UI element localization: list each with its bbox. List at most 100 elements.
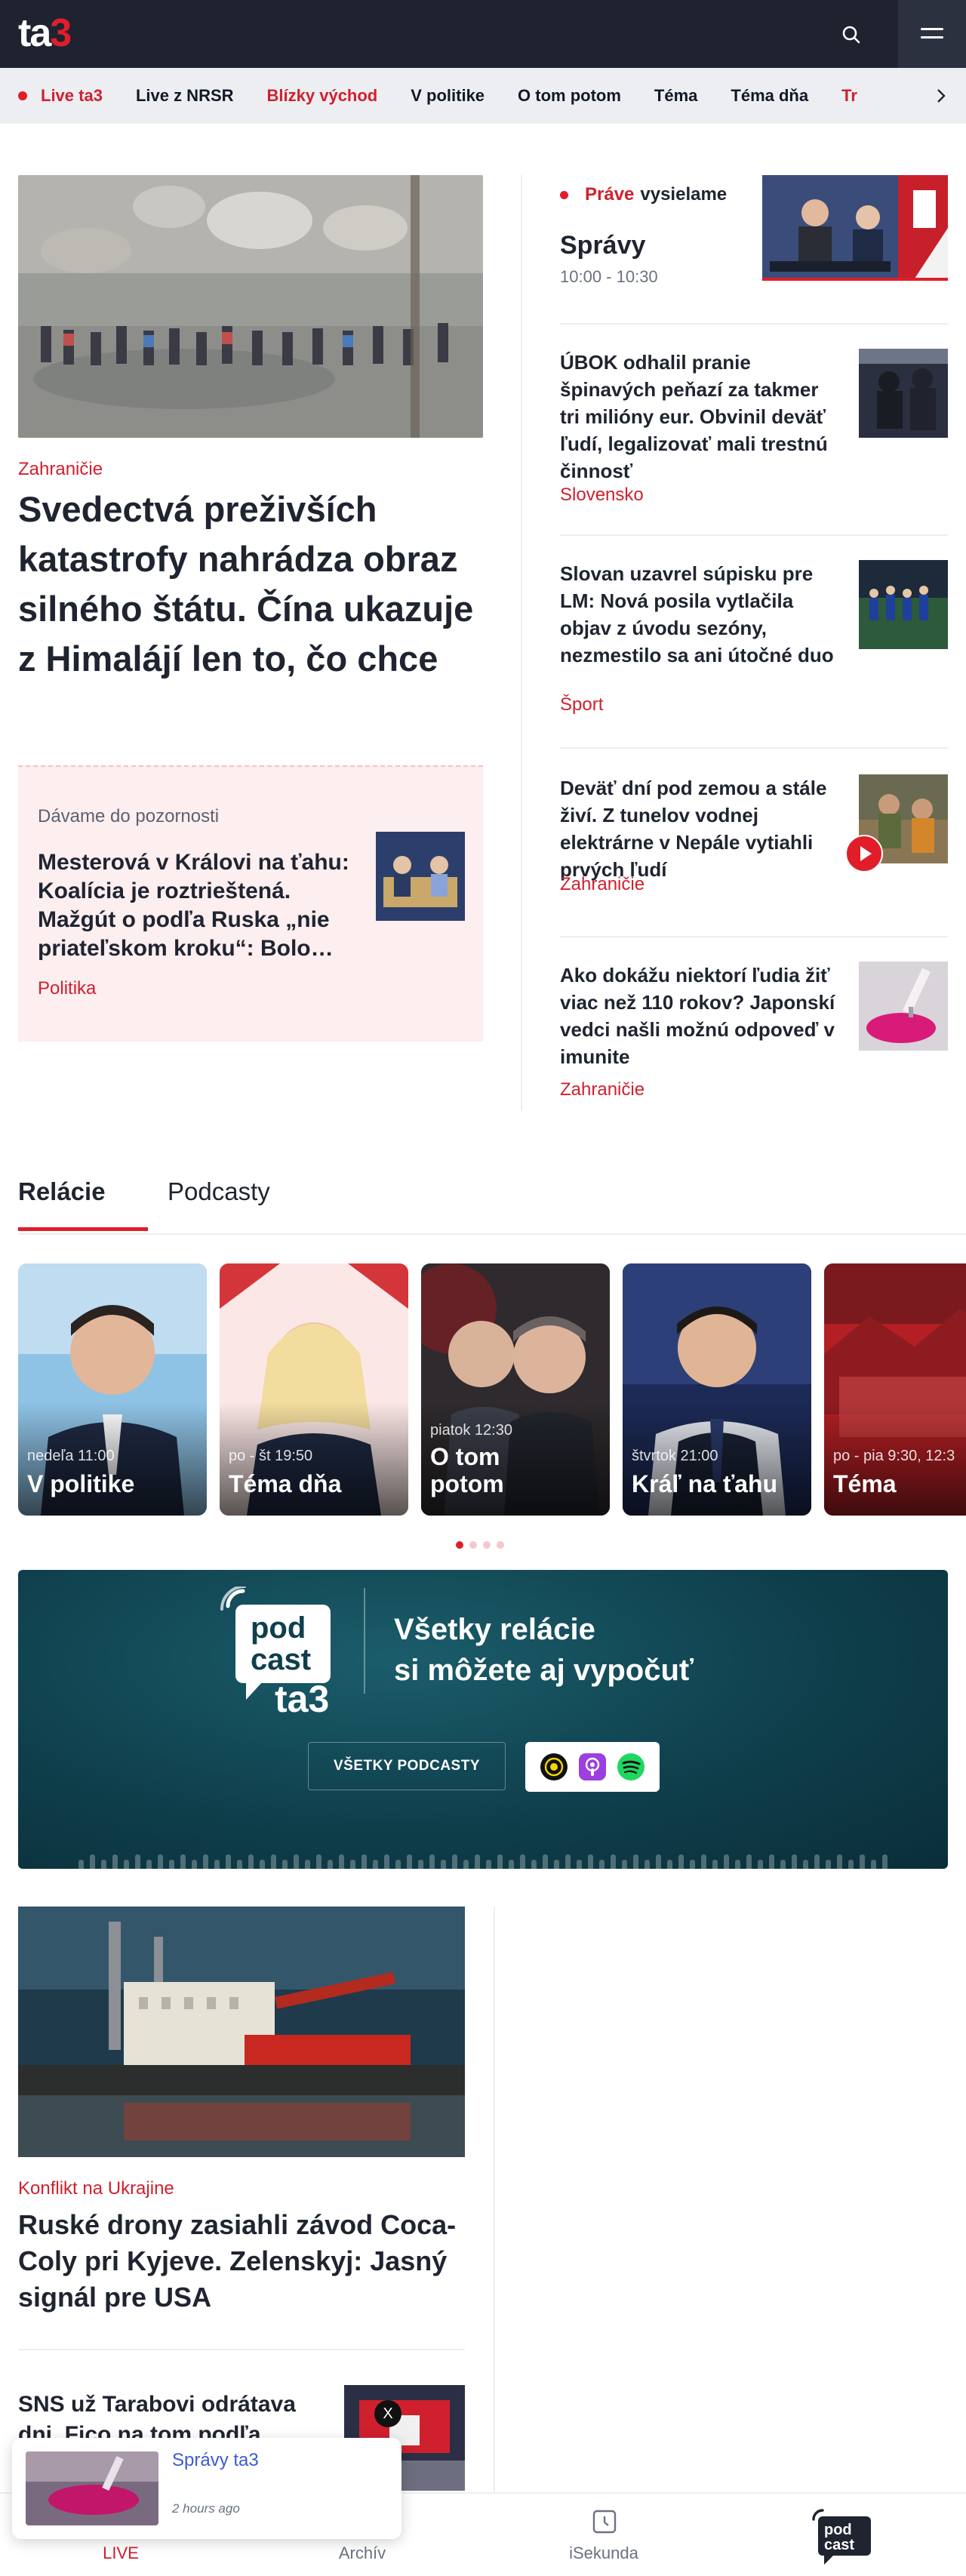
hero-image[interactable] bbox=[18, 175, 483, 438]
show-card[interactable]: po - pia 9:30, 12:3 Téma bbox=[824, 1263, 966, 1516]
nav-item[interactable]: Live ta3 bbox=[18, 86, 103, 106]
side-article-category[interactable]: Zahraničie bbox=[560, 1079, 645, 1100]
promo-category[interactable]: Politika bbox=[38, 978, 96, 999]
nav-item[interactable]: V politike bbox=[411, 86, 485, 106]
lower-article-category[interactable]: Konflikt na Ukrajine bbox=[18, 2178, 174, 2199]
show-card[interactable]: po - št 19:50 Téma dňa bbox=[220, 1263, 408, 1516]
nav-item[interactable]: Tr bbox=[841, 86, 857, 106]
side-article-category[interactable]: Slovensko bbox=[560, 485, 644, 506]
side-article[interactable]: Slovan uzavrel súpisku pre LM: Nová posi… bbox=[560, 560, 948, 715]
waveform-bar bbox=[384, 1854, 389, 1869]
waveform-bar bbox=[780, 1860, 786, 1869]
waveform-bar bbox=[226, 1854, 231, 1869]
podcast-apps bbox=[525, 1742, 660, 1792]
carousel-dot[interactable] bbox=[456, 1541, 463, 1549]
waveform-bar bbox=[848, 1860, 854, 1869]
podcast-logo-icon: pod cast bbox=[812, 2509, 871, 2565]
waveform-bar bbox=[486, 1860, 491, 1869]
waveform-bar bbox=[509, 1860, 514, 1869]
tab-relacie[interactable]: Relácie bbox=[18, 1177, 106, 1206]
chevron-right-icon bbox=[937, 89, 946, 103]
waveform-bar bbox=[611, 1854, 616, 1869]
waveform-bar bbox=[814, 1854, 820, 1869]
waveform-bar bbox=[735, 1860, 740, 1869]
promo-thumbnail[interactable] bbox=[376, 832, 465, 921]
side-article-thumbnail[interactable] bbox=[859, 560, 948, 649]
podcast-banner[interactable]: pod cast ta3 Všetky relácie si môžete aj… bbox=[18, 1570, 948, 1869]
promo-label: Dávame do pozornosti bbox=[38, 806, 220, 826]
live-show-title[interactable]: Správy bbox=[560, 231, 645, 260]
waveform-bar bbox=[418, 1860, 423, 1869]
podcast-app-icon[interactable] bbox=[539, 1752, 569, 1782]
waveform-bar bbox=[758, 1860, 763, 1869]
waveform-bar bbox=[237, 1860, 242, 1869]
hamburger-menu-icon[interactable] bbox=[898, 0, 966, 68]
waveform-bar bbox=[712, 1860, 718, 1869]
side-article-category[interactable]: Zahraničie bbox=[560, 874, 645, 895]
promo-title[interactable]: Mesterová v Královi na ťahu: Koalícia je… bbox=[38, 848, 355, 963]
waveform-bar bbox=[407, 1854, 412, 1869]
side-article[interactable]: Ako dokážu niektorí ľudia žiť viac než 1… bbox=[560, 962, 948, 1100]
waveform-bar bbox=[248, 1854, 254, 1869]
waveform-bar bbox=[350, 1860, 355, 1869]
waveform-bar bbox=[633, 1854, 638, 1869]
apple-podcasts-icon[interactable] bbox=[577, 1752, 608, 1782]
mini-player-close-button[interactable]: X bbox=[374, 2400, 401, 2427]
waveform-bar bbox=[622, 1860, 627, 1869]
nav-item-label: Tr bbox=[841, 86, 857, 105]
lower-article-title[interactable]: Ruské drony zasiahli závod Coca-Coly pri… bbox=[18, 2207, 463, 2316]
waveform-bar bbox=[554, 1860, 559, 1869]
carousel-dot[interactable] bbox=[469, 1541, 477, 1549]
carousel-dot[interactable] bbox=[497, 1541, 504, 1549]
nav-item-label: Blízky východ bbox=[266, 86, 378, 105]
hero-title[interactable]: Svedectvá preživších katastrofy nahrádza… bbox=[18, 485, 478, 684]
side-article-title[interactable]: ÚBOK odhalil pranie špinavých peňazí za … bbox=[560, 349, 839, 485]
side-article-thumbnail[interactable] bbox=[859, 962, 948, 1051]
all-podcasts-button[interactable]: VŠETKY PODCASTY bbox=[308, 1742, 506, 1790]
lower-article-image[interactable] bbox=[18, 1907, 465, 2157]
side-article[interactable]: Deväť dní pod zemou a stále živí. Z tune… bbox=[560, 774, 948, 903]
side-article-title[interactable]: Slovan uzavrel súpisku pre LM: Nová posi… bbox=[560, 560, 839, 669]
nav-item[interactable]: Téma bbox=[654, 86, 697, 106]
video-play-icon[interactable] bbox=[845, 835, 883, 873]
nav-item[interactable]: Téma dňa bbox=[731, 86, 808, 106]
featured-promo-box[interactable]: Dávame do pozornosti Mesterová v Královi… bbox=[18, 765, 483, 1042]
waveform-bar bbox=[690, 1860, 695, 1869]
search-icon[interactable] bbox=[836, 20, 866, 50]
mini-player-title[interactable]: Správy ta3 bbox=[172, 2450, 259, 2471]
top-header: ta 3 bbox=[0, 0, 966, 68]
waveform-bar bbox=[361, 1854, 367, 1869]
tab-podcasty[interactable]: Podcasty bbox=[168, 1177, 270, 1206]
waveform-bar bbox=[577, 1860, 582, 1869]
live-stream-thumbnail[interactable] bbox=[762, 175, 948, 281]
side-article-title[interactable]: Ako dokážu niektorí ľudia žiť viac než 1… bbox=[560, 962, 839, 1070]
waveform-bar bbox=[146, 1860, 152, 1869]
waveform-bar bbox=[871, 1860, 876, 1869]
svg-text:cast: cast bbox=[251, 1643, 311, 1676]
nav-item[interactable]: Blízky východ bbox=[267, 86, 378, 106]
nav-scroll-right[interactable] bbox=[921, 68, 966, 124]
bottom-nav-isekunda[interactable]: iSekunda bbox=[483, 2494, 724, 2576]
hero-category[interactable]: Zahraničie bbox=[18, 459, 103, 480]
carousel-dot[interactable] bbox=[483, 1541, 491, 1549]
waveform-bar bbox=[678, 1854, 684, 1869]
nav-item[interactable]: O tom potom bbox=[518, 86, 621, 106]
side-article[interactable]: ÚBOK odhalil pranie špinavých peňazí za … bbox=[560, 349, 948, 505]
side-article-thumbnail[interactable] bbox=[859, 349, 948, 438]
nav-item-label: V politike bbox=[411, 86, 485, 105]
side-article-title[interactable]: Deväť dní pod zemou a stále živí. Z tune… bbox=[560, 774, 839, 883]
svg-text:pod: pod bbox=[251, 1611, 306, 1645]
side-article-category[interactable]: Šport bbox=[560, 694, 603, 716]
spotify-icon[interactable] bbox=[616, 1752, 646, 1782]
show-card-schedule: po - št 19:50 bbox=[229, 1448, 313, 1464]
nav-item[interactable]: Live z NRSR bbox=[136, 86, 234, 106]
show-card[interactable]: piatok 12:30 O tom potom bbox=[421, 1263, 610, 1516]
ta3-logo[interactable]: ta 3 bbox=[18, 11, 72, 56]
bottom-nav-podcast[interactable]: pod cast bbox=[724, 2494, 966, 2576]
headline-line1: Všetky relácie bbox=[394, 1613, 595, 1646]
waveform-bar bbox=[429, 1854, 435, 1869]
show-card[interactable]: nedeľa 11:00 V politike bbox=[18, 1263, 207, 1516]
mini-player[interactable]: Správy ta3 2 hours ago bbox=[12, 2438, 401, 2539]
waveform-bar bbox=[475, 1854, 480, 1869]
show-card[interactable]: štvrtok 21:00 Kráľ na ťahu bbox=[623, 1263, 811, 1516]
